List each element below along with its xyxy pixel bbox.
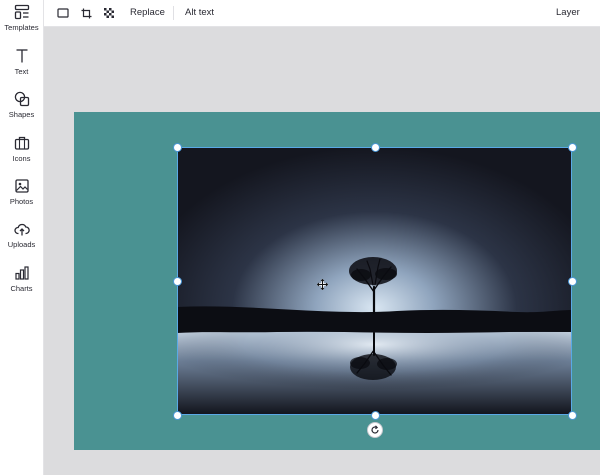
top-toolbar: Replace Alt text Layer — [44, 0, 600, 27]
briefcase-icon — [14, 136, 29, 150]
templates-icon — [14, 4, 29, 20]
replace-button[interactable]: Replace — [130, 0, 165, 26]
resize-handle-bottom-right[interactable] — [568, 411, 577, 420]
layer-button[interactable]: Layer — [556, 0, 580, 26]
rotate-icon — [371, 425, 379, 434]
sidebar-item-label: Photos — [9, 197, 34, 206]
resize-handle-top[interactable] — [371, 143, 380, 152]
shapes-icon — [14, 91, 29, 107]
sidebar-item-label: Uploads — [7, 240, 36, 249]
move-cursor-icon — [317, 279, 328, 290]
rectangle-border-icon — [57, 8, 69, 18]
sidebar-item-label: Templates — [4, 23, 39, 32]
sidebar-item-label: Charts — [10, 284, 33, 293]
transparency-button[interactable] — [101, 5, 117, 21]
sidebar-item-label: Text — [14, 67, 29, 76]
resize-handle-bottom[interactable] — [371, 411, 380, 420]
alt-text-button[interactable]: Alt text — [185, 0, 214, 26]
sidebar-item-label: Shapes — [8, 110, 35, 119]
resize-handle-right[interactable] — [568, 277, 577, 286]
sidebar-item-photos[interactable]: Photos — [0, 178, 43, 218]
sidebar-item-charts[interactable]: Charts — [0, 265, 43, 305]
resize-handle-top-left[interactable] — [173, 143, 182, 152]
toolbar-divider — [173, 6, 174, 20]
night-tree-photo — [177, 147, 572, 415]
transparency-icon — [103, 7, 114, 18]
crop-button[interactable] — [78, 5, 94, 21]
selected-image[interactable] — [177, 147, 572, 415]
border-style-button[interactable] — [55, 5, 71, 21]
sidebar-item-shapes[interactable]: Shapes — [0, 91, 43, 131]
rotate-handle[interactable] — [367, 422, 383, 438]
left-sidebar: Templates Text Shapes Icons Photos Uploa… — [0, 0, 44, 475]
text-icon — [16, 49, 27, 63]
resize-handle-bottom-left[interactable] — [173, 411, 182, 420]
sidebar-item-label: Icons — [12, 154, 31, 163]
resize-handle-left[interactable] — [173, 277, 182, 286]
bar-chart-icon — [14, 266, 29, 280]
image-icon — [14, 179, 29, 193]
sidebar-item-uploads[interactable]: Uploads — [0, 221, 43, 261]
sidebar-item-templates[interactable]: Templates — [0, 4, 43, 44]
sidebar-item-text[interactable]: Text — [0, 48, 43, 88]
sidebar-item-icons[interactable]: Icons — [0, 135, 43, 175]
crop-icon — [81, 8, 91, 18]
cloud-upload-icon — [13, 223, 30, 236]
resize-handle-top-right[interactable] — [568, 143, 577, 152]
